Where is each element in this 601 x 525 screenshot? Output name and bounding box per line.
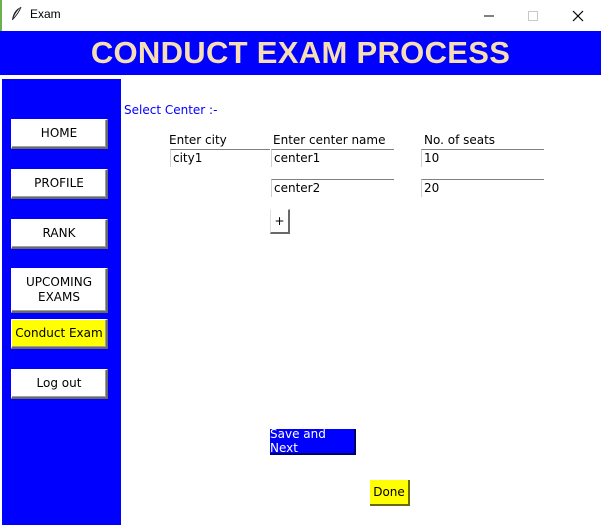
done-button[interactable]: Done <box>370 480 410 506</box>
city-input-row-1[interactable]: city1 <box>170 149 270 167</box>
select-center-label: Select Center :- <box>124 103 218 117</box>
minimize-icon <box>484 15 494 16</box>
column-header-city: Enter city <box>169 133 227 147</box>
seats-input-row-1[interactable]: 10 <box>421 149 544 167</box>
center-input-row-2[interactable]: center2 <box>271 179 394 197</box>
column-header-center: Enter center name <box>273 133 386 147</box>
page-title: CONDUCT EXAM PROCESS <box>90 35 511 70</box>
minimize-button[interactable] <box>466 0 512 31</box>
center-input-row-1[interactable]: center1 <box>271 149 394 167</box>
seats-input-row-2[interactable]: 20 <box>421 179 544 197</box>
feather-icon <box>10 6 24 22</box>
close-icon <box>572 10 584 21</box>
page-header: CONDUCT EXAM PROCESS <box>0 31 601 75</box>
sidebar-item-profile[interactable]: PROFILE <box>11 169 108 199</box>
sidebar: HOME PROFILE RANK UPCOMING EXAMS Conduct… <box>2 79 121 525</box>
save-and-next-button[interactable]: Save and Next <box>270 427 356 455</box>
add-row-button[interactable]: + <box>270 209 290 234</box>
sidebar-item-home[interactable]: HOME <box>11 119 108 149</box>
window-titlebar: Exam <box>0 0 601 31</box>
maximize-button[interactable] <box>510 0 556 31</box>
column-header-seats: No. of seats <box>424 133 496 147</box>
window-title: Exam <box>30 7 61 21</box>
sidebar-item-upcoming-exams[interactable]: UPCOMING EXAMS <box>11 268 108 313</box>
sidebar-item-conduct-exam[interactable]: Conduct Exam <box>11 319 108 349</box>
close-button[interactable] <box>555 0 601 31</box>
sidebar-item-rank[interactable]: RANK <box>11 219 108 249</box>
window-edge <box>0 0 2 31</box>
sidebar-item-logout[interactable]: Log out <box>11 369 108 399</box>
maximize-icon <box>528 10 538 21</box>
